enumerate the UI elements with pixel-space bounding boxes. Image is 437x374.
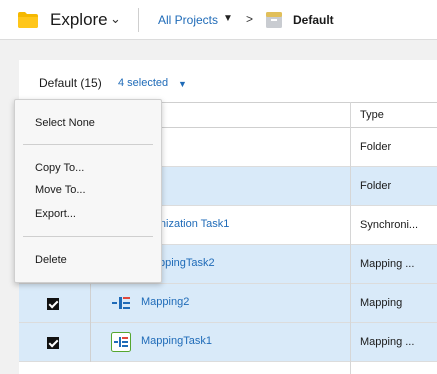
project-icon <box>266 12 282 28</box>
row-name[interactable]: ppingTask2 <box>159 257 215 269</box>
row-checkbox[interactable] <box>47 337 59 349</box>
chevron-down-icon[interactable]: ⌄ <box>110 11 121 27</box>
selection-context-menu: Select None Copy To... Move To... Export… <box>14 99 162 283</box>
column-divider <box>350 102 351 374</box>
breadcrumb-all-projects[interactable]: All Projects <box>158 13 218 27</box>
row-name[interactable]: MappingTask1 <box>141 335 212 347</box>
breadcrumb-separator: > <box>246 12 254 26</box>
top-bar: Explore ⌄ All Projects ▼ > Default <box>0 0 437 40</box>
asset-count: Default (15) <box>39 76 102 90</box>
folder-icon <box>18 12 38 28</box>
caret-down-icon[interactable]: ▼ <box>223 13 233 24</box>
menu-item-export[interactable]: Export... <box>35 208 76 220</box>
row-name[interactable]: Mapping2 <box>141 296 189 308</box>
caret-down-icon[interactable]: ▼ <box>178 79 187 89</box>
table-row[interactable]: Mapping2 Mapping <box>19 284 437 323</box>
menu-item-delete[interactable]: Delete <box>35 254 67 266</box>
row-type: Folder <box>360 141 392 153</box>
row-type: Mapping ... <box>360 258 415 270</box>
column-header-type[interactable]: Type <box>360 109 384 121</box>
row-type: Synchroni... <box>360 219 419 231</box>
divider <box>138 8 139 32</box>
row-type: Mapping ... <box>360 336 415 348</box>
menu-item-move-to[interactable]: Move To... <box>35 184 86 196</box>
row-divider <box>90 323 91 362</box>
selection-dropdown[interactable]: 4 selected <box>118 77 168 89</box>
row-checkbox[interactable] <box>47 298 59 310</box>
breadcrumb-current: Default <box>293 13 334 27</box>
menu-divider <box>23 236 153 237</box>
mapping-icon <box>112 297 130 309</box>
row-divider <box>90 284 91 323</box>
mapping-task-icon <box>111 332 131 352</box>
row-type: Mapping <box>360 297 403 309</box>
menu-item-copy-to[interactable]: Copy To... <box>35 162 84 174</box>
row-type: Folder <box>360 180 392 192</box>
table-row[interactable]: MappingTask1 Mapping ... <box>19 323 437 362</box>
menu-divider <box>23 144 153 145</box>
menu-item-select-none[interactable]: Select None <box>35 117 95 129</box>
app-title[interactable]: Explore <box>50 10 108 30</box>
